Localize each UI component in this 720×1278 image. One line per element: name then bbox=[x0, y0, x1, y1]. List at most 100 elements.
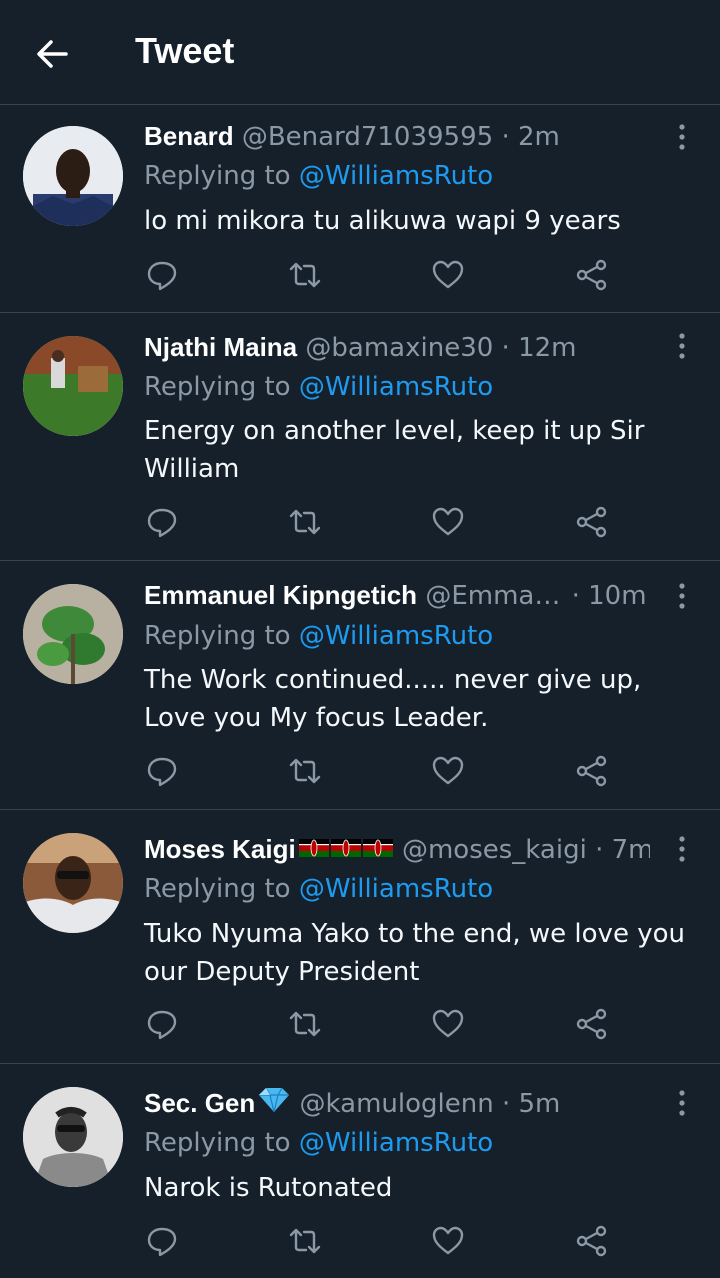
replying-to: Replying to @WilliamsRuto bbox=[144, 1125, 493, 1161]
retweet-button[interactable] bbox=[288, 505, 322, 539]
more-vertical-icon bbox=[679, 1090, 685, 1116]
reply-text: lo mi mikora tu alikuwa wapi 9 years bbox=[144, 206, 621, 236]
more-options-button[interactable] bbox=[672, 331, 692, 361]
timestamp[interactable]: 12m bbox=[518, 333, 576, 363]
reply-icon bbox=[147, 508, 177, 538]
user-handle[interactable]: @moses_kaigi bbox=[402, 835, 587, 865]
more-options-button[interactable] bbox=[672, 1088, 692, 1118]
reply-text: The Work continued..... never give up, L… bbox=[144, 665, 642, 733]
mention-link[interactable]: @WilliamsRuto bbox=[299, 874, 493, 904]
gem-icon bbox=[257, 1086, 291, 1124]
more-vertical-icon bbox=[679, 836, 685, 862]
like-button[interactable] bbox=[431, 1224, 465, 1258]
share-icon bbox=[576, 755, 607, 787]
action-bar bbox=[0, 754, 720, 794]
reply-button[interactable] bbox=[145, 754, 179, 788]
display-name[interactable]: Sec. Gen bbox=[144, 1088, 255, 1118]
user-handle[interactable]: @Emman... bbox=[425, 578, 563, 614]
replying-to: Replying to @WilliamsRuto bbox=[144, 369, 493, 405]
retweet-icon bbox=[289, 262, 321, 288]
share-button[interactable] bbox=[575, 1224, 609, 1258]
like-button[interactable] bbox=[431, 505, 465, 539]
timestamp[interactable]: 5m bbox=[519, 1089, 561, 1119]
avatar[interactable] bbox=[23, 336, 123, 436]
like-button[interactable] bbox=[431, 754, 465, 788]
page-title: Tweet bbox=[135, 30, 235, 71]
reply-button[interactable] bbox=[145, 505, 179, 539]
display-name[interactable]: Benard bbox=[144, 121, 234, 151]
separator-dot: · bbox=[501, 333, 510, 363]
like-button[interactable] bbox=[431, 258, 465, 292]
reply-button[interactable] bbox=[145, 1007, 179, 1041]
reply-button[interactable] bbox=[145, 258, 179, 292]
retweet-icon bbox=[289, 1228, 321, 1254]
mention-link[interactable]: @WilliamsRuto bbox=[299, 1128, 493, 1158]
retweet-button[interactable] bbox=[288, 258, 322, 292]
timestamp[interactable]: 2m bbox=[518, 122, 560, 152]
share-icon bbox=[576, 1225, 607, 1257]
reply-text: Energy on another level, keep it up Sir … bbox=[144, 416, 645, 484]
more-vertical-icon bbox=[679, 333, 685, 359]
replying-to: Replying to @WilliamsRuto bbox=[144, 618, 493, 654]
like-button[interactable] bbox=[431, 1007, 465, 1041]
heart-icon bbox=[432, 507, 464, 536]
reply-header: Njathi Maina @bamaxine30 · 12m bbox=[144, 329, 650, 366]
reply-icon bbox=[147, 757, 177, 787]
user-handle[interactable]: @Benard71039595 bbox=[242, 122, 493, 152]
reply-icon bbox=[147, 261, 177, 291]
reply-item[interactable]: Emmanuel Kipngetich @Emman... · 10m Repl… bbox=[0, 561, 720, 810]
separator-dot: · bbox=[571, 581, 580, 611]
heart-icon bbox=[432, 260, 464, 289]
retweet-button[interactable] bbox=[288, 1224, 322, 1258]
retweet-button[interactable] bbox=[288, 1007, 322, 1041]
more-options-button[interactable] bbox=[672, 122, 692, 152]
share-button[interactable] bbox=[575, 754, 609, 788]
reply-button[interactable] bbox=[145, 1224, 179, 1258]
mention-link[interactable]: @WilliamsRuto bbox=[299, 161, 493, 191]
more-vertical-icon bbox=[679, 124, 685, 150]
mention-link[interactable]: @WilliamsRuto bbox=[299, 372, 493, 402]
more-options-button[interactable] bbox=[672, 834, 692, 864]
action-bar bbox=[0, 505, 720, 545]
display-name[interactable]: Emmanuel Kipngetich bbox=[144, 580, 417, 610]
reply-header: Sec. Gen @kamuloglenn · 5m bbox=[144, 1085, 650, 1124]
arrow-left-icon bbox=[37, 40, 68, 68]
share-button[interactable] bbox=[575, 258, 609, 292]
reply-icon bbox=[147, 1227, 177, 1257]
reply-item[interactable]: Benard @Benard71039595 · 2m Replying to … bbox=[0, 106, 720, 313]
action-bar bbox=[0, 1007, 720, 1047]
display-name[interactable]: Moses Kaigi bbox=[144, 834, 296, 864]
timestamp[interactable]: 10m bbox=[588, 581, 646, 611]
mention-link[interactable]: @WilliamsRuto bbox=[299, 621, 493, 651]
kenya-flag-icon bbox=[298, 833, 394, 869]
heart-icon bbox=[432, 756, 464, 785]
back-button[interactable] bbox=[32, 34, 72, 74]
retweet-icon bbox=[289, 1011, 321, 1037]
avatar[interactable] bbox=[23, 1087, 123, 1187]
share-icon bbox=[576, 1008, 607, 1040]
timestamp[interactable]: 7m bbox=[612, 835, 650, 865]
replying-label: Replying to bbox=[144, 161, 291, 191]
share-button[interactable] bbox=[575, 1007, 609, 1041]
heart-icon bbox=[432, 1009, 464, 1038]
replying-label: Replying to bbox=[144, 372, 291, 402]
replying-to: Replying to @WilliamsRuto bbox=[144, 871, 493, 907]
share-icon bbox=[576, 259, 607, 291]
display-name[interactable]: Njathi Maina bbox=[144, 332, 297, 362]
more-options-button[interactable] bbox=[672, 581, 692, 611]
retweet-button[interactable] bbox=[288, 754, 322, 788]
reply-item[interactable]: Sec. Gen @kamuloglenn · 5m Replying to @… bbox=[0, 1064, 720, 1278]
reply-item[interactable]: Moses Kaigi @moses_kaigi · 7m Replying t… bbox=[0, 810, 720, 1064]
action-bar bbox=[0, 258, 720, 298]
share-button[interactable] bbox=[575, 505, 609, 539]
avatar[interactable] bbox=[23, 126, 123, 226]
reply-icon bbox=[147, 1010, 177, 1040]
more-vertical-icon bbox=[679, 583, 685, 609]
avatar[interactable] bbox=[23, 833, 123, 933]
user-handle[interactable]: @bamaxine30 bbox=[305, 333, 493, 363]
user-handle[interactable]: @kamuloglenn bbox=[300, 1089, 494, 1119]
avatar[interactable] bbox=[23, 584, 123, 684]
separator-dot: · bbox=[501, 122, 510, 152]
reply-item[interactable]: Njathi Maina @bamaxine30 · 12m Replying … bbox=[0, 313, 720, 561]
reply-header: Emmanuel Kipngetich @Emman... · 10m bbox=[144, 577, 650, 614]
